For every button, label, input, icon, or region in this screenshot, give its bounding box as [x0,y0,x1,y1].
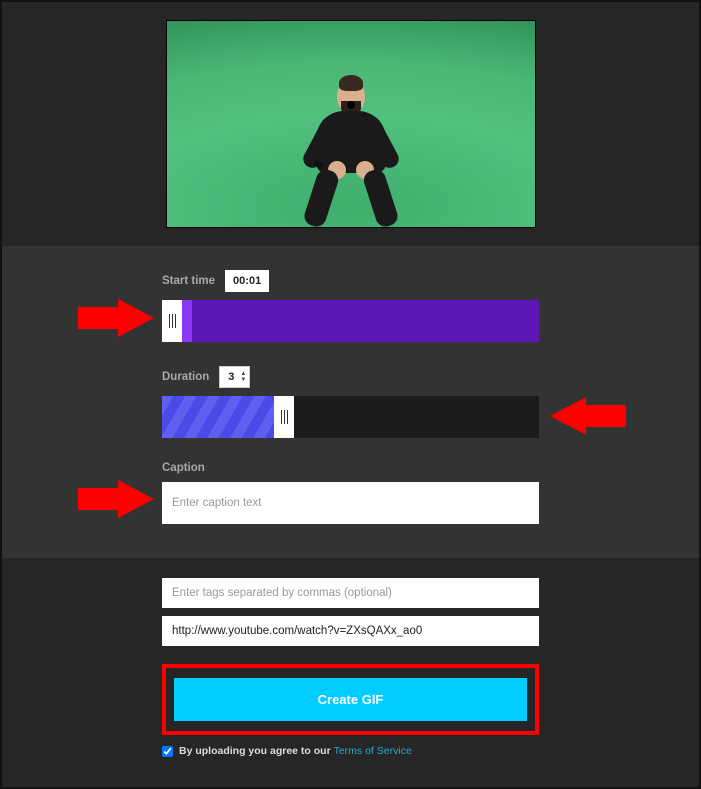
duration-label: Duration 3 ▲▼ [162,366,539,388]
start-time-value[interactable]: 00:01 [225,270,269,292]
duration-slider[interactable] [162,396,539,438]
annotation-arrow-icon [78,480,154,518]
caption-input[interactable] [162,482,539,524]
duration-stepper[interactable]: 3 ▲▼ [219,366,250,388]
tags-input[interactable] [162,578,539,608]
start-time-handle[interactable] [162,300,182,342]
start-time-label: Start time 00:01 [162,270,539,292]
terms-row: By uploading you agree to our Terms of S… [162,745,539,757]
terms-link[interactable]: Terms of Service [334,745,412,757]
create-gif-button[interactable]: Create GIF [174,678,527,721]
start-time-slider[interactable] [162,300,539,342]
annotation-arrow-icon [550,397,626,435]
source-url-input[interactable] [162,616,539,646]
video-preview-strip [2,2,699,246]
submit-panel: Create GIF By uploading you agree to our… [2,558,699,787]
terms-text: By uploading you agree to our [179,745,334,757]
terms-checkbox[interactable] [162,746,173,757]
video-preview [166,20,536,228]
create-highlight-box: Create GIF [162,664,539,735]
duration-handle[interactable] [274,396,294,438]
annotation-arrow-icon [78,299,154,337]
caption-label: Caption [162,462,539,474]
stepper-arrows-icon[interactable]: ▲▼ [240,371,246,383]
